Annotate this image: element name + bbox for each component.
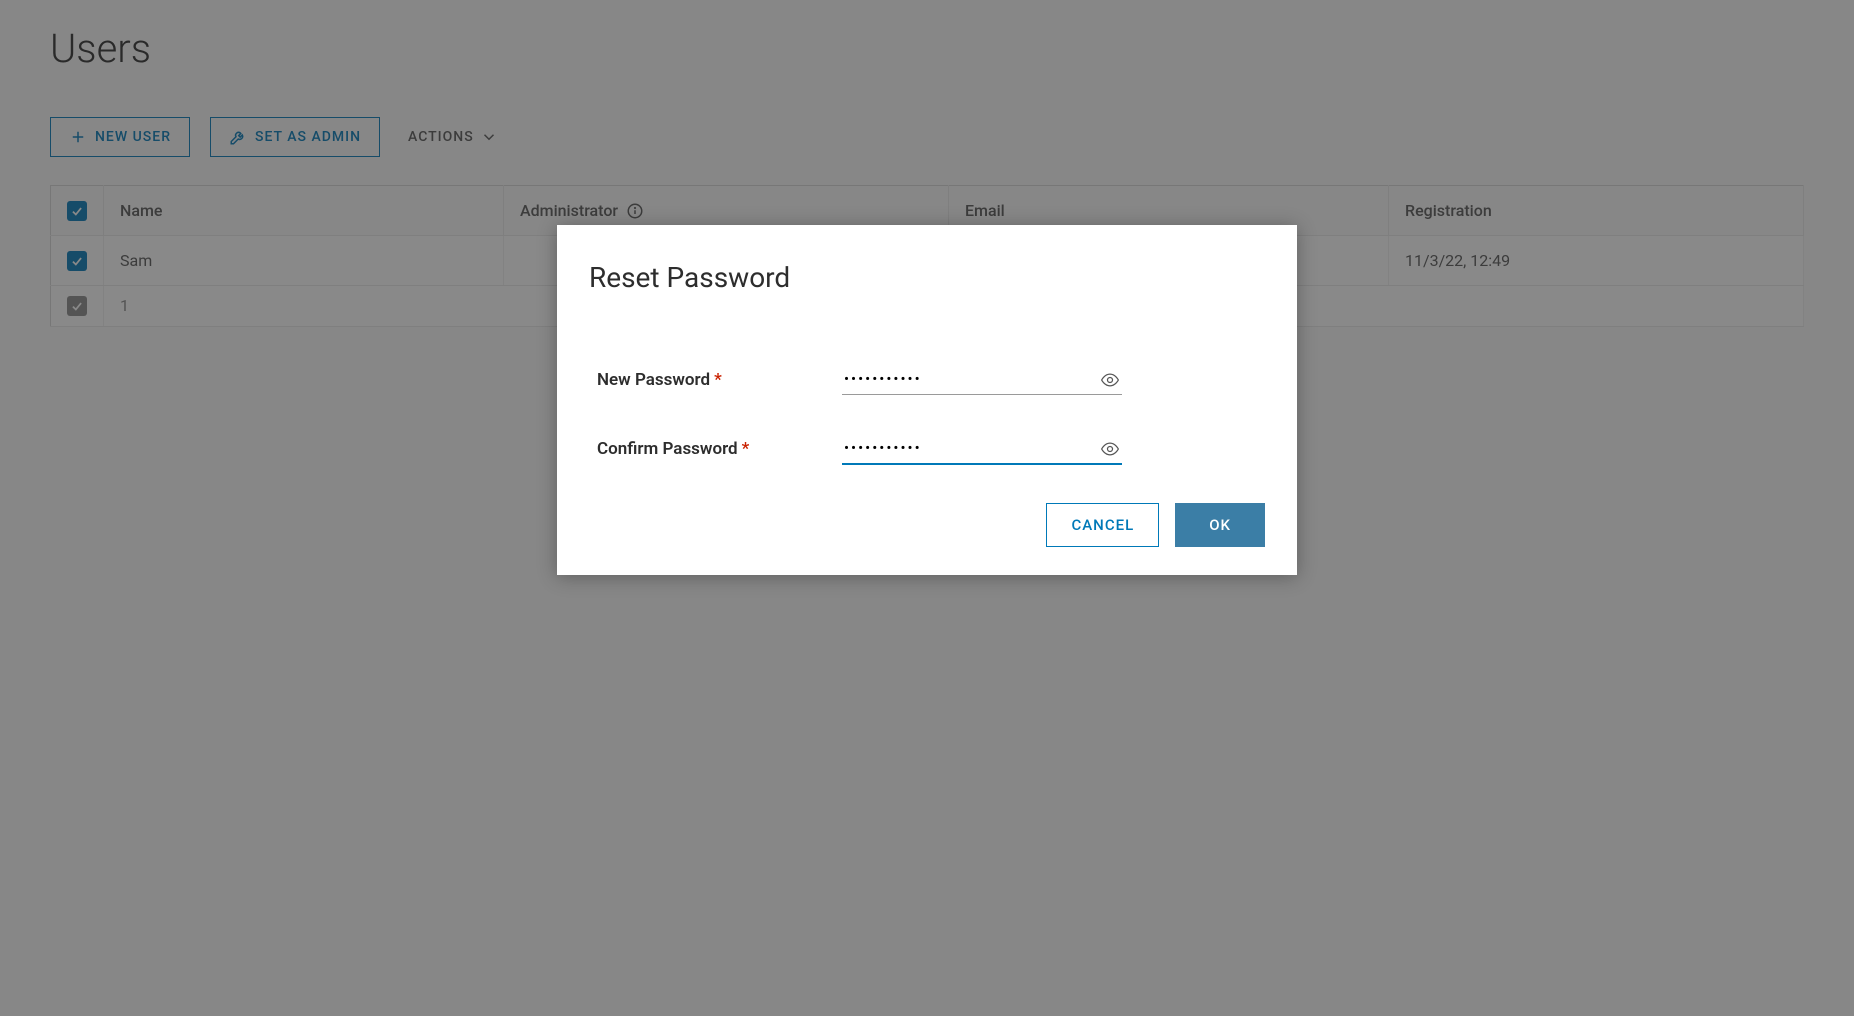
new-password-label-text: New Password: [597, 370, 710, 390]
eye-icon[interactable]: [1100, 439, 1120, 459]
confirm-password-input-wrap: [842, 433, 1122, 465]
modal-actions: CANCEL OK: [589, 503, 1265, 547]
ok-button[interactable]: OK: [1175, 503, 1265, 547]
new-password-label: New Password*: [597, 370, 842, 390]
confirm-password-label-text: Confirm Password: [597, 439, 738, 459]
required-asterisk: *: [742, 439, 750, 459]
new-password-input[interactable]: [842, 364, 1122, 395]
required-asterisk: *: [714, 370, 722, 390]
reset-password-modal: Reset Password New Password* Confirm Pas…: [557, 225, 1297, 575]
modal-overlay[interactable]: Reset Password New Password* Confirm Pas…: [0, 0, 1854, 1016]
cancel-button[interactable]: CANCEL: [1046, 503, 1159, 547]
new-password-row: New Password*: [589, 364, 1265, 395]
confirm-password-input[interactable]: [842, 433, 1122, 465]
modal-title: Reset Password: [589, 261, 1265, 294]
new-password-input-wrap: [842, 364, 1122, 395]
confirm-password-label: Confirm Password*: [597, 439, 842, 459]
confirm-password-row: Confirm Password*: [589, 433, 1265, 465]
eye-icon[interactable]: [1100, 370, 1120, 390]
